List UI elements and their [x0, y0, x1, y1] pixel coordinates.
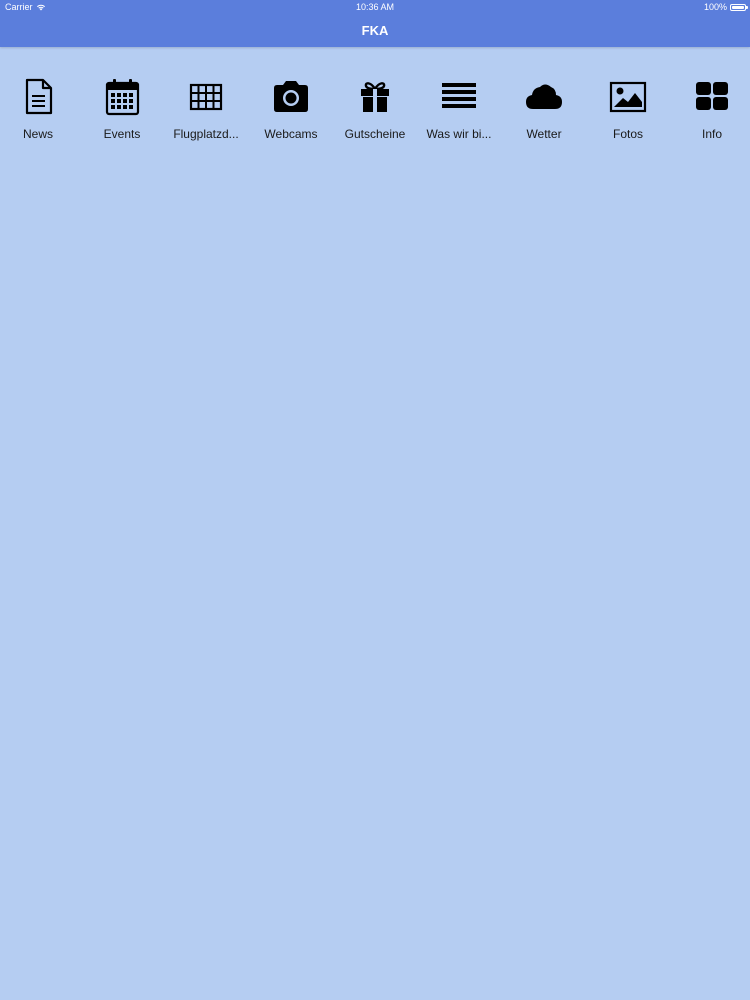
menu-item-label: Gutscheine	[344, 127, 406, 141]
icon-menu: News Events Flugplatzd... Webcams Gutsch…	[0, 76, 750, 146]
battery-percent: 100%	[703, 2, 727, 12]
menu-item-webcams[interactable]: Webcams	[249, 76, 333, 144]
menu-item-flugplatz[interactable]: Flugplatzd...	[164, 76, 248, 144]
menu-item-label: Wetter	[526, 127, 562, 141]
picture-icon	[608, 76, 648, 116]
page-title: FKA	[361, 23, 389, 38]
menu-item-news[interactable]: News	[0, 76, 80, 144]
battery-icon	[730, 3, 748, 11]
menu-item-was-wir-bieten[interactable]: Was wir bi...	[417, 76, 501, 144]
cloud-icon	[524, 76, 564, 116]
menu-item-label: News	[22, 127, 53, 141]
menu-item-label: Flugplatzd...	[173, 127, 239, 141]
menu-item-label: Info	[701, 127, 722, 141]
menu-item-label: Events	[103, 127, 141, 141]
menu-item-label: Was wir bi...	[426, 127, 492, 141]
battery-indicator: 100%	[703, 2, 748, 12]
camera-icon	[271, 76, 311, 116]
menu-item-wetter[interactable]: Wetter	[502, 76, 586, 144]
menu-item-info[interactable]: Info	[670, 76, 750, 144]
menu-item-label: Fotos	[612, 127, 643, 141]
dashboard-tiles-icon	[692, 76, 732, 116]
document-icon	[18, 76, 58, 116]
calendar-icon	[102, 76, 142, 116]
header: Carrier 10:36 AM 100% FKA	[0, 0, 750, 47]
menu-item-events[interactable]: Events	[80, 76, 164, 144]
list-lines-icon	[439, 76, 479, 116]
grid-table-icon	[186, 76, 226, 116]
clock: 10:36 AM	[355, 2, 395, 12]
menu-item-gutscheine[interactable]: Gutscheine	[333, 76, 417, 144]
menu-item-fotos[interactable]: Fotos	[586, 76, 670, 144]
menu-item-label: Webcams	[264, 127, 318, 141]
gift-icon	[355, 76, 395, 116]
status-bar: Carrier 10:36 AM 100%	[0, 0, 750, 15]
